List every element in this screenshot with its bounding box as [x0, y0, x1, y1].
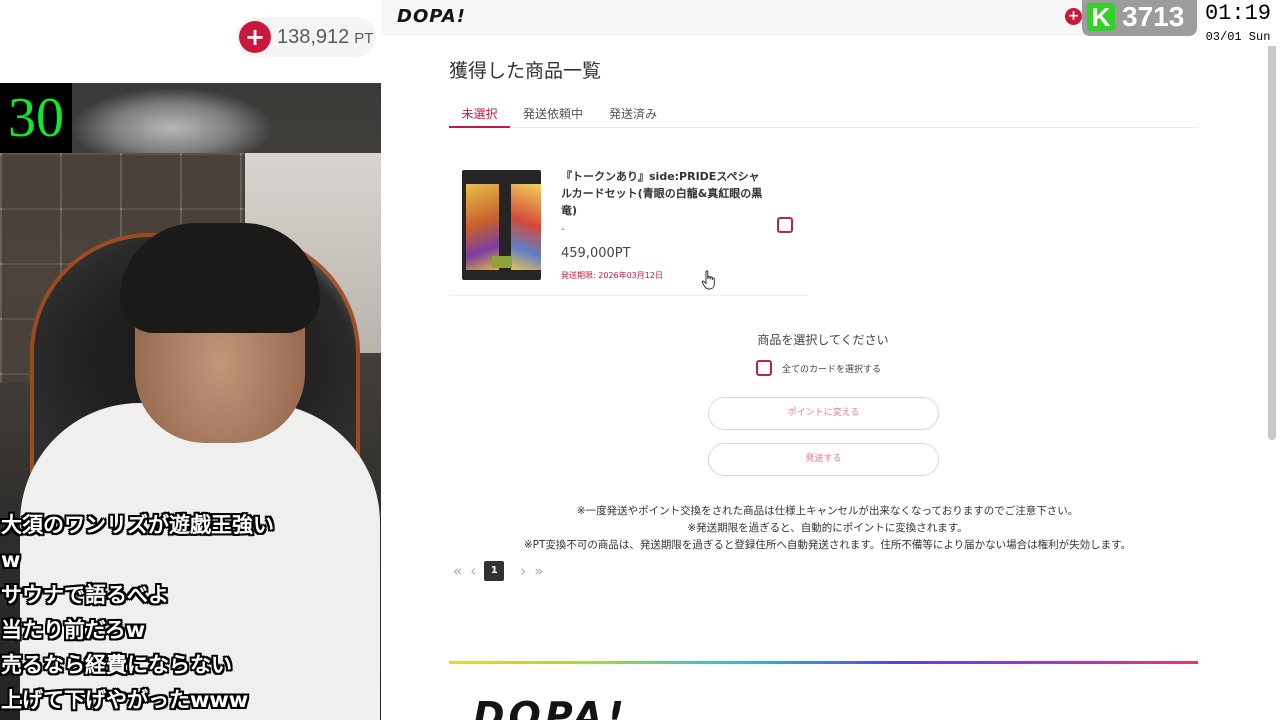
tab-shipping-requested[interactable]: 発送依頼中	[518, 104, 588, 128]
tab-unselected[interactable]: 未選択	[449, 104, 510, 128]
points-value: 138,912	[277, 25, 350, 48]
site-logo[interactable]: DOPA!	[397, 6, 466, 27]
screen: + 138,912 PT 30 大須のワンリズが遊戯王強い w サウナで語るべよ…	[0, 0, 1280, 720]
notice-line: ※一度発送やポイント交換をされた商品は仕様上キャンセルが出来なくなっておりますの…	[576, 505, 1079, 517]
pagination: « ‹ 1 › »	[453, 561, 551, 581]
clock-time: 01:19	[1204, 1, 1271, 26]
first-page-icon[interactable]: «	[453, 562, 462, 580]
chat-comment: w	[1, 548, 21, 572]
stream-overlay-panel: + 138,912 PT 30 大須のワンリズが遊戯王強い w サウナで語るべよ…	[0, 0, 381, 720]
kick-logo-icon: K	[1087, 3, 1115, 31]
next-page-icon[interactable]: ›	[520, 562, 526, 580]
select-all-row[interactable]: 全てのカードを選択する	[756, 360, 881, 376]
points-unit: PT	[354, 30, 374, 47]
item-title: 『トークンあり』side:PRIDEスペシャルカードセット(青眼の白龍&真紅眼の…	[561, 170, 763, 217]
status-tabs: 未選択 発送依頼中 発送済み	[449, 104, 1198, 128]
points-balance-pill: + 138,912 PT	[236, 17, 376, 57]
item-subtitle: -	[561, 224, 565, 235]
select-prompt-text: 商品を選択してください	[757, 333, 889, 347]
microphone-windscreen	[72, 83, 272, 153]
viewer-count-badge: K 3713	[1082, 0, 1197, 36]
chat-comment: 売るなら経費にならない	[1, 653, 232, 677]
page-scrollbar[interactable]	[1268, 40, 1276, 440]
viewer-count: 3713	[1122, 1, 1185, 32]
select-all-checkbox[interactable]	[756, 360, 772, 376]
item-price: 459,000PT	[561, 246, 631, 261]
last-page-icon[interactable]: »	[534, 562, 543, 580]
item-thumbnail	[462, 170, 541, 280]
stream-clock: 01:19 03/01 Sun	[1200, 0, 1280, 46]
streamer-hair	[120, 223, 320, 333]
browser-page: DOPA! + 獲得した商品一覧 未選択 発送依頼中 発送済み 『トークンあり』…	[381, 0, 1280, 720]
chat-comments: 大須のワンリズが遊戯王強い w サウナで語るべよ 当たり前だろw 売るなら経費に…	[0, 508, 381, 718]
select-all-label[interactable]: 全てのカードを選択する	[782, 362, 881, 375]
notice-line: ※発送期限を過ぎると、自動的にポイントに変換されます。	[687, 522, 968, 534]
page-title: 獲得した商品一覧	[449, 60, 602, 82]
footer-divider	[449, 661, 1198, 664]
chat-comment: 大須のワンリズが遊戯王強い	[1, 513, 274, 537]
footer-logo: DOPA!	[473, 694, 628, 720]
convert-to-points-button[interactable]: ポイントに変える	[708, 397, 939, 430]
item-select-checkbox[interactable]	[777, 217, 793, 233]
plus-icon: +	[239, 21, 271, 53]
ship-button[interactable]: 発送する	[708, 443, 939, 476]
chat-comment: 当たり前だろw	[1, 618, 146, 642]
notice-line: ※PT変換不可の商品は、発送期限を過ぎると登録住所へ自動発送されます。住所不備等…	[523, 539, 1132, 551]
add-points-icon[interactable]: +	[1065, 8, 1082, 25]
prize-item-card: 『トークンあり』side:PRIDEスペシャルカードセット(青眼の白龍&真紅眼の…	[449, 158, 808, 296]
chat-comment: サウナで語るべよ	[1, 583, 169, 607]
chat-comment: 上げて下げやがったwww	[1, 688, 249, 712]
current-page[interactable]: 1	[484, 561, 505, 581]
hand-cursor-icon	[701, 270, 715, 290]
prev-page-icon[interactable]: ‹	[470, 562, 476, 580]
countdown-timer: 30	[0, 83, 72, 153]
item-shipping-deadline: 発送期限: 2026年03月12日	[561, 271, 663, 280]
notice-text: ※一度発送やポイント交換をされた商品は仕様上キャンセルが出来なくなっておりますの…	[381, 503, 1274, 554]
clock-date: 03/01 Sun	[1205, 30, 1271, 44]
tab-shipped[interactable]: 発送済み	[603, 104, 663, 128]
